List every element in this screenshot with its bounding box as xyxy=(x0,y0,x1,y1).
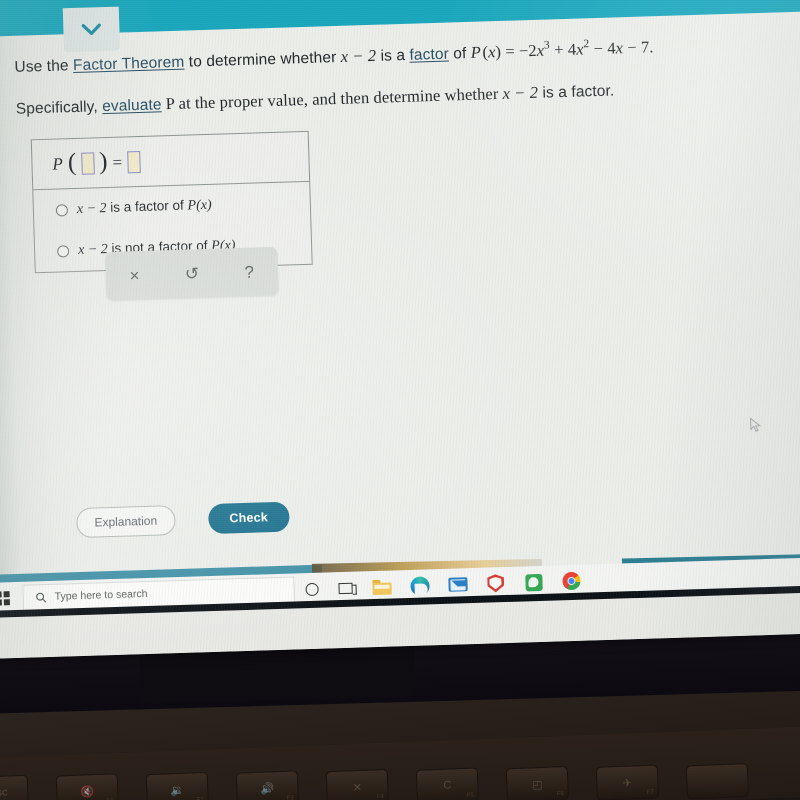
taskbar-app-security[interactable] xyxy=(476,574,515,593)
link-factor[interactable]: factor xyxy=(409,46,449,64)
polynomial-expression: P (x) = −2x3 + 4x2 − 4x − 7. xyxy=(470,37,653,63)
taskbar-app-mail[interactable] xyxy=(438,577,476,592)
mouse-pointer-icon xyxy=(750,417,762,433)
option-1-close-paren: ) xyxy=(206,197,212,213)
windows-logo-icon xyxy=(0,591,10,606)
taskbar-app-green[interactable] xyxy=(514,573,553,591)
answer-input-inner[interactable] xyxy=(80,151,95,175)
key-f6-glyph: ◰ xyxy=(531,778,543,791)
option-1-text: is a factor of xyxy=(106,197,188,216)
radio-option-label: x − 2 is a factor of P(x) xyxy=(77,197,212,218)
collapse-panel-tab[interactable] xyxy=(62,6,121,53)
answer-close-paren: ) xyxy=(98,148,108,176)
key-esc-label: Esc xyxy=(0,786,8,800)
task-view-button[interactable] xyxy=(328,582,362,594)
task-view-icon xyxy=(338,582,353,594)
problem-text-1d: of xyxy=(448,45,472,63)
answer-input-row: P() = xyxy=(31,131,310,191)
problem-text-2c: is a factor. xyxy=(537,82,615,102)
answer-mini-toolbar: × ↺ ? xyxy=(105,246,279,301)
key-f5-fn: F5 xyxy=(466,792,474,799)
expr-x-minus-2-line1: x − 2 xyxy=(340,45,377,66)
key-f4-glyph: ✕ xyxy=(352,781,363,794)
answer-equals: = xyxy=(112,152,123,172)
key-f1[interactable]: 🔇 F1 xyxy=(55,773,119,800)
key-f6-fn: F6 xyxy=(556,791,564,798)
problem-text-1b: to determine whether xyxy=(184,48,341,71)
google-chrome-icon xyxy=(562,571,581,591)
key-f2[interactable]: 🔉 F2 xyxy=(145,771,209,800)
taskbar-app-file-explorer[interactable] xyxy=(362,579,400,595)
file-explorer-icon xyxy=(371,579,392,595)
key-f8[interactable] xyxy=(685,763,750,800)
microsoft-edge-icon xyxy=(409,575,430,596)
answer-open-paren: ( xyxy=(67,149,77,177)
key-f3-glyph: 🔊 xyxy=(260,782,275,796)
search-placeholder-text: Type here to search xyxy=(54,587,148,603)
key-f6[interactable]: ◰ F6 xyxy=(505,765,569,800)
poly-equals: = −2 xyxy=(500,40,537,62)
key-f7-glyph: ✈ xyxy=(622,776,633,790)
answer-input-result[interactable] xyxy=(126,150,141,173)
radio-button-icon[interactable] xyxy=(55,203,69,217)
mail-icon xyxy=(447,577,468,592)
taskbar-app-chrome[interactable] xyxy=(552,571,591,591)
poly-term3: − 4 xyxy=(589,38,616,59)
problem-text-2a: Specifically, xyxy=(15,98,103,118)
key-f4[interactable]: ✕ F4 xyxy=(325,768,389,800)
answer-p-label: P xyxy=(52,153,64,174)
key-f5[interactable]: C F5 xyxy=(415,767,479,800)
security-shield-icon xyxy=(487,574,505,593)
cortana-button[interactable] xyxy=(294,582,328,596)
laptop-screen: Use the Factor Theorem to determine whet… xyxy=(0,0,800,659)
check-button[interactable]: Check xyxy=(207,501,290,535)
key-f7[interactable]: ✈ F7 xyxy=(595,764,660,800)
screen-content: Use the Factor Theorem to determine whet… xyxy=(0,0,800,659)
poly-term2: + 4 xyxy=(549,39,577,60)
undo-icon[interactable]: ↺ xyxy=(172,264,213,283)
problem-text-1a: Use the xyxy=(14,57,74,76)
option-1-math: x − 2 xyxy=(76,201,107,217)
key-f3-fn: F3 xyxy=(286,795,294,800)
key-f5-glyph: C xyxy=(443,779,452,792)
option-2-math: x − 2 xyxy=(77,242,109,258)
clear-icon[interactable]: × xyxy=(114,266,155,285)
poly-p: P xyxy=(470,42,482,62)
screenshot-root: Esc 🔇 F1 🔉 F2 🔊 F3 ✕ F4 C F5 ◰ F6 ✈ F7 xyxy=(0,0,800,800)
radio-button-icon[interactable] xyxy=(56,244,70,258)
start-button[interactable] xyxy=(0,591,23,606)
key-f4-fn: F4 xyxy=(376,794,384,800)
link-factor-theorem[interactable]: Factor Theorem xyxy=(73,54,185,74)
link-evaluate[interactable]: evaluate xyxy=(102,96,162,115)
green-app-icon xyxy=(524,573,543,591)
key-f1-glyph: 🔇 xyxy=(80,785,95,799)
help-icon[interactable]: ? xyxy=(229,262,270,281)
answer-expression: P() = xyxy=(52,148,141,177)
key-esc[interactable]: Esc xyxy=(0,774,29,800)
problem-text-1c: is a xyxy=(375,46,410,65)
chevron-down-icon xyxy=(81,23,101,36)
key-f7-fn: F7 xyxy=(646,789,654,796)
taskbar-app-edge[interactable] xyxy=(400,575,439,596)
cortana-circle-icon xyxy=(304,582,319,596)
key-f2-glyph: 🔉 xyxy=(170,784,185,797)
key-f3[interactable]: 🔊 F3 xyxy=(235,770,299,800)
explanation-button[interactable]: Explanation xyxy=(76,505,176,539)
poly-term4: − 7. xyxy=(622,37,654,58)
search-icon xyxy=(36,592,47,603)
expr-x-minus-2-line2: x − 2 xyxy=(502,82,539,103)
